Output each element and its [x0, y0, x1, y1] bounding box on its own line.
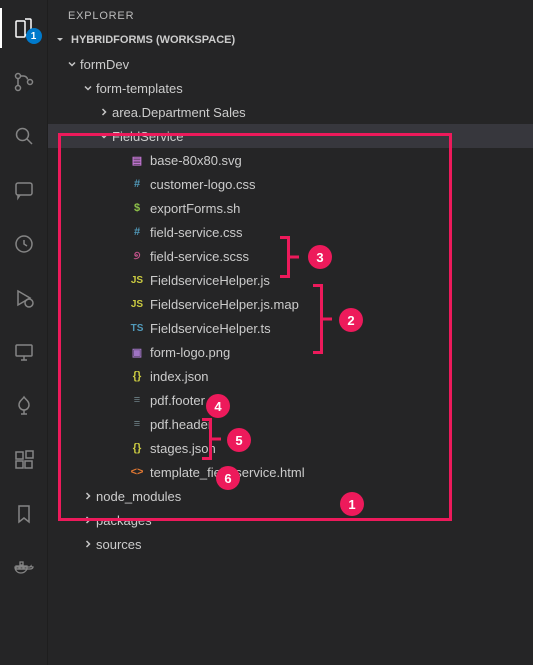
folder-formtemplates[interactable]: form-templates	[48, 76, 533, 100]
activity-search[interactable]	[0, 116, 48, 156]
chevron-right-icon	[80, 538, 96, 550]
file-item[interactable]: # field-service.css	[48, 220, 533, 244]
css-icon: #	[128, 226, 146, 238]
file-label: pdf.footer	[150, 393, 205, 408]
file-label: FieldserviceHelper.js.map	[150, 297, 299, 312]
file-item[interactable]: ▣ form-logo.png	[48, 340, 533, 364]
explorer-title: EXPLORER	[48, 0, 533, 30]
file-item[interactable]: JS FieldserviceHelper.js.map	[48, 292, 533, 316]
activity-explorer[interactable]: 1	[0, 8, 48, 48]
shell-icon: $	[128, 202, 146, 214]
activity-bar: 1	[0, 0, 48, 665]
folder-label: area.Department Sales	[112, 105, 246, 120]
folder-formdev[interactable]: formDev	[48, 52, 533, 76]
file-item[interactable]: ▤ base-80x80.svg	[48, 148, 533, 172]
file-label: FieldserviceHelper.js	[150, 273, 270, 288]
js-icon: JS	[128, 299, 146, 310]
ts-icon: TS	[128, 323, 146, 334]
text-icon: ≡	[128, 394, 146, 406]
activity-remote[interactable]	[0, 332, 48, 372]
activity-timeline[interactable]	[0, 224, 48, 264]
image-icon: ▣	[128, 346, 146, 359]
file-label: base-80x80.svg	[150, 153, 242, 168]
file-item[interactable]: {} stages.json	[48, 436, 533, 460]
chevron-right-icon	[80, 514, 96, 526]
file-label: pdf.header	[150, 417, 212, 432]
file-item[interactable]: <> template_field-service.html	[48, 460, 533, 484]
activity-debug[interactable]	[0, 278, 48, 318]
folder-label: FieldService	[112, 129, 184, 144]
chevron-down-icon	[64, 58, 80, 70]
workspace-title: HYBRIDFORMS (WORKSPACE)	[71, 34, 235, 46]
html-icon: <>	[128, 466, 146, 478]
explorer-sidebar: EXPLORER HYBRIDFORMS (WORKSPACE) formDev…	[48, 0, 533, 665]
text-icon: ≡	[128, 418, 146, 430]
chevron-down-icon	[80, 82, 96, 94]
folder-sources[interactable]: sources	[48, 532, 533, 556]
chevron-right-icon	[80, 490, 96, 502]
js-icon: JS	[128, 275, 146, 286]
file-label: field-service.css	[150, 225, 242, 240]
folder-fieldservice[interactable]: FieldService	[48, 124, 533, 148]
file-item[interactable]: JS FieldserviceHelper.js	[48, 268, 533, 292]
file-label: stages.json	[150, 441, 216, 456]
folder-packages[interactable]: packages	[48, 508, 533, 532]
chevron-down-icon	[96, 130, 112, 142]
svg-icon: ▤	[128, 154, 146, 167]
file-label: field-service.scss	[150, 249, 249, 264]
folder-nodemodules[interactable]: node_modules	[48, 484, 533, 508]
activity-testing[interactable]	[0, 386, 48, 426]
file-label: FieldserviceHelper.ts	[150, 321, 271, 336]
file-label: exportForms.sh	[150, 201, 240, 216]
json-icon: {}	[128, 370, 146, 382]
activity-chat[interactable]	[0, 170, 48, 210]
file-item[interactable]: TS FieldserviceHelper.ts	[48, 316, 533, 340]
chevron-down-icon	[52, 34, 68, 46]
activity-bookmarks[interactable]	[0, 494, 48, 534]
activity-docker[interactable]	[0, 548, 48, 588]
activity-scm[interactable]	[0, 62, 48, 102]
explorer-badge: 1	[26, 28, 42, 44]
workspace-header[interactable]: HYBRIDFORMS (WORKSPACE)	[48, 30, 533, 50]
folder-label: node_modules	[96, 489, 181, 504]
folder-label: formDev	[80, 57, 129, 72]
scss-icon: ୭	[128, 250, 146, 263]
file-label: template_field-service.html	[150, 465, 305, 480]
file-item[interactable]: $ exportForms.sh	[48, 196, 533, 220]
folder-label: form-templates	[96, 81, 183, 96]
file-item[interactable]: ୭ field-service.scss	[48, 244, 533, 268]
file-item[interactable]: ≡ pdf.header	[48, 412, 533, 436]
file-label: form-logo.png	[150, 345, 230, 360]
activity-extensions[interactable]	[0, 440, 48, 480]
chevron-right-icon	[96, 106, 112, 118]
file-tree: formDev form-templates area.Department S…	[48, 50, 533, 556]
json-icon: {}	[128, 442, 146, 454]
file-item[interactable]: ≡ pdf.footer	[48, 388, 533, 412]
folder-label: sources	[96, 537, 142, 552]
folder-label: packages	[96, 513, 152, 528]
file-label: index.json	[150, 369, 209, 384]
folder-areadept[interactable]: area.Department Sales	[48, 100, 533, 124]
file-item[interactable]: {} index.json	[48, 364, 533, 388]
file-item[interactable]: # customer-logo.css	[48, 172, 533, 196]
css-icon: #	[128, 178, 146, 190]
file-label: customer-logo.css	[150, 177, 255, 192]
